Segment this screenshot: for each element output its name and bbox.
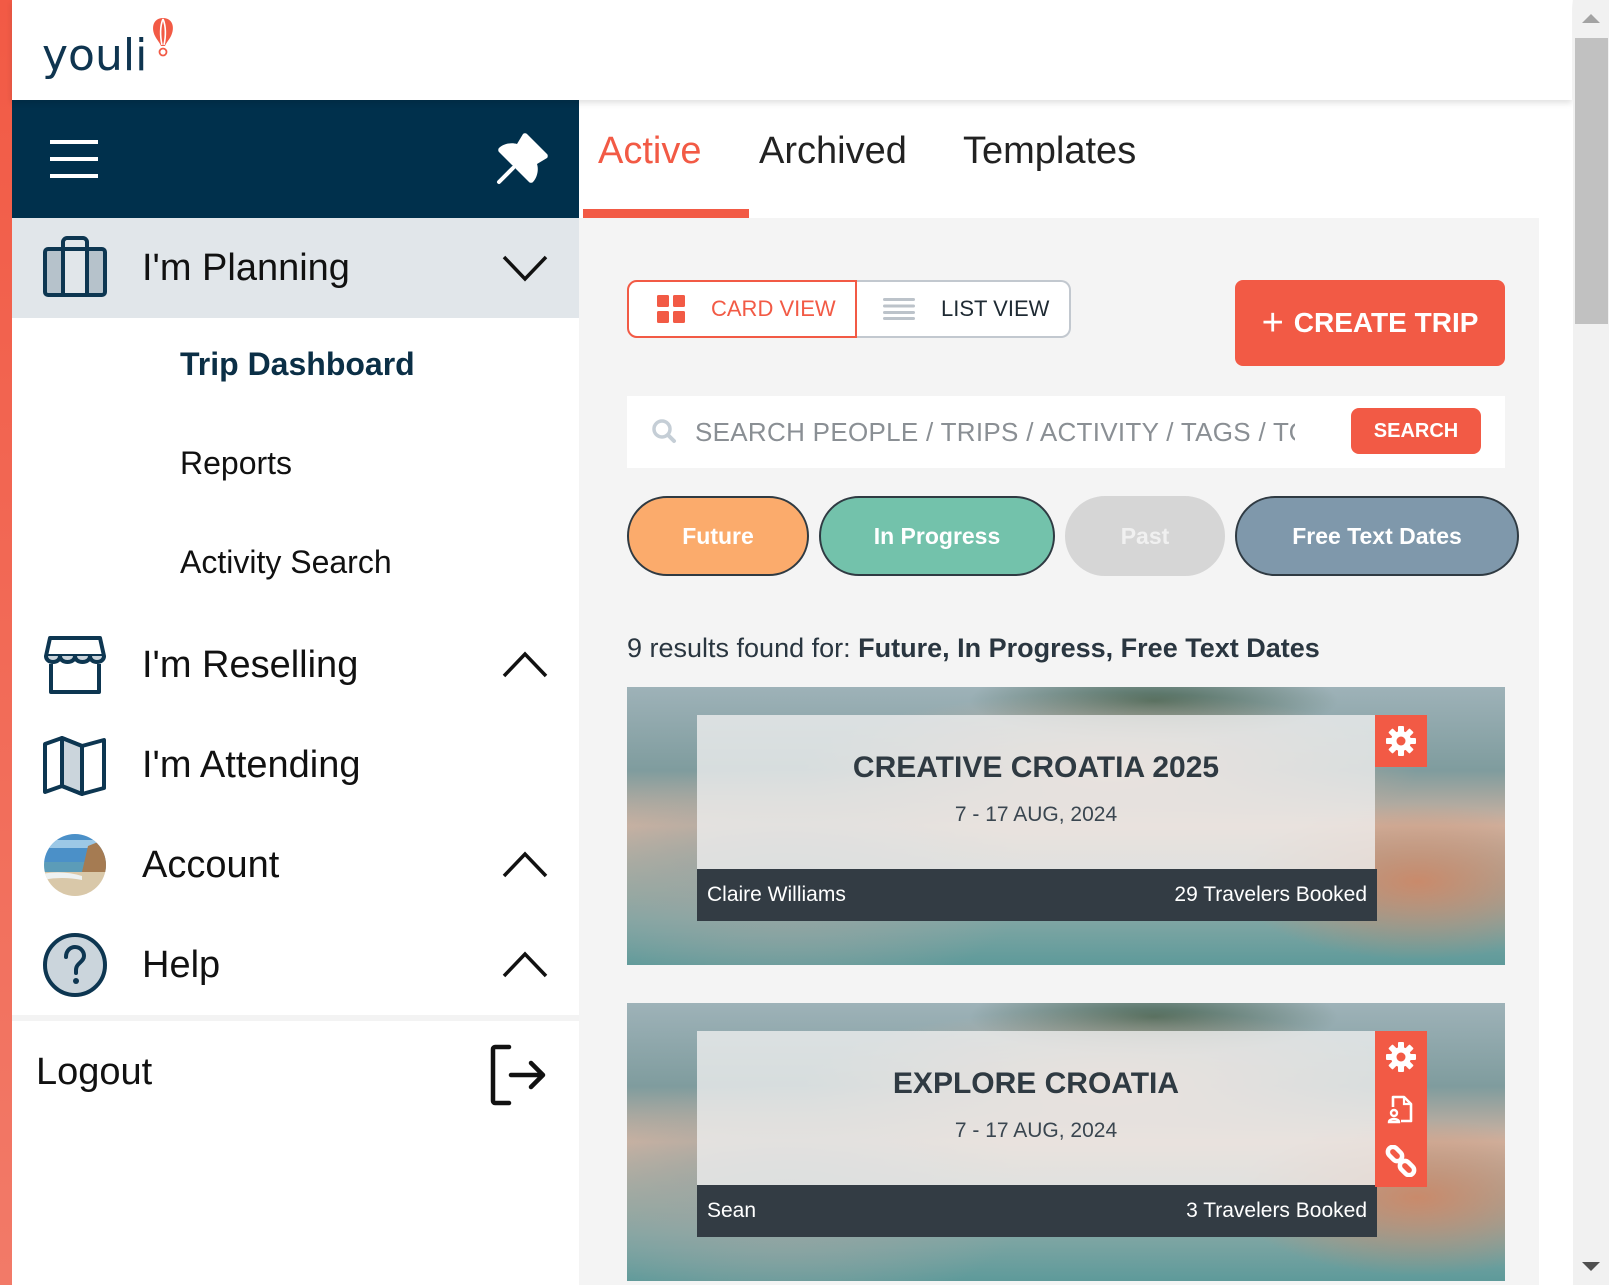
logo-text: youli bbox=[42, 30, 148, 81]
storefront-icon bbox=[44, 636, 106, 694]
trip-card-overlay: CREATIVE CROATIA 2025 7 - 17 AUG, 2024 bbox=[697, 715, 1375, 869]
tab-templates[interactable]: Templates bbox=[963, 130, 1136, 173]
sidebar-item-label: Activity Search bbox=[180, 544, 392, 580]
trip-organizer: Sean bbox=[707, 1199, 757, 1222]
search-button[interactable]: SEARCH bbox=[1351, 408, 1481, 454]
plus-icon: + bbox=[1261, 301, 1284, 344]
list-view-button[interactable]: LIST VIEW bbox=[857, 280, 1071, 338]
trip-card-footer: Claire Williams 29 Travelers Booked bbox=[697, 869, 1377, 921]
nav-group-label: Help bbox=[142, 943, 221, 986]
question-circle-icon bbox=[43, 933, 107, 997]
create-trip-button[interactable]: + CREATE TRIP bbox=[1235, 280, 1505, 366]
gear-icon[interactable] bbox=[1375, 1031, 1427, 1083]
sidebar-item-trip-dashboard[interactable]: Trip Dashboard bbox=[12, 318, 579, 417]
card-view-label: CARD VIEW bbox=[711, 296, 836, 321]
view-toggle: CARD VIEW LIST VIEW bbox=[627, 280, 1071, 338]
nav-group-reselling[interactable]: I'm Reselling bbox=[12, 615, 579, 715]
trip-tabs: Active Archived Templates bbox=[579, 100, 1539, 218]
chevron-up-icon[interactable] bbox=[501, 650, 549, 680]
sidebar-header bbox=[12, 100, 579, 218]
filter-free-text-dates[interactable]: Free Text Dates bbox=[1235, 496, 1519, 576]
hamburger-menu-icon[interactable] bbox=[50, 140, 98, 178]
nav-group-attending[interactable]: I'm Attending bbox=[12, 715, 579, 815]
nav-group-label: Account bbox=[142, 843, 280, 886]
nav-group-help[interactable]: Help bbox=[12, 915, 579, 1015]
gear-icon[interactable] bbox=[1375, 715, 1427, 767]
card-view-button[interactable]: CARD VIEW bbox=[627, 280, 857, 338]
sidebar-item-label: Trip Dashboard bbox=[180, 346, 415, 382]
results-terms: Future, In Progress, Free Text Dates bbox=[858, 633, 1320, 663]
page-scrollbar[interactable] bbox=[1573, 0, 1609, 1285]
scrollbar-thumb[interactable] bbox=[1575, 38, 1608, 324]
trip-travelers: 3 Travelers Booked bbox=[1186, 1199, 1367, 1222]
search-bar: SEARCH bbox=[627, 396, 1505, 468]
filter-past[interactable]: Past bbox=[1065, 496, 1225, 576]
grid-icon bbox=[657, 295, 685, 323]
trip-card-actions bbox=[1375, 1031, 1427, 1187]
chevron-up-icon[interactable] bbox=[501, 850, 549, 880]
nav-group-planning[interactable]: I'm Planning bbox=[12, 218, 579, 318]
sidebar-item-label: Reports bbox=[180, 445, 293, 481]
trip-dates: 7 - 17 AUG, 2024 bbox=[954, 803, 1118, 826]
document-user-icon[interactable] bbox=[1375, 1083, 1427, 1135]
trip-card[interactable]: EXPLORE CROATIA 7 - 17 AUG, 2024 Sean 3 … bbox=[627, 1003, 1505, 1281]
active-tab-indicator bbox=[583, 209, 749, 218]
results-summary: 9 results found for: Future, In Progress… bbox=[627, 633, 1320, 664]
logout-icon bbox=[490, 1044, 546, 1106]
logout-button[interactable]: Logout bbox=[12, 1021, 579, 1121]
tab-archived[interactable]: Archived bbox=[759, 130, 907, 173]
top-bar: youli bbox=[12, 0, 1572, 100]
scroll-down-arrow-icon[interactable] bbox=[1582, 1262, 1600, 1271]
list-view-label: LIST VIEW bbox=[941, 296, 1050, 321]
scroll-up-arrow-icon[interactable] bbox=[1582, 14, 1600, 23]
nav-group-label: I'm Reselling bbox=[142, 643, 359, 686]
trip-card[interactable]: CREATIVE CROATIA 2025 7 - 17 AUG, 2024 C… bbox=[627, 687, 1505, 965]
sidebar-item-activity-search[interactable]: Activity Search bbox=[12, 516, 579, 615]
tab-active[interactable]: Active bbox=[598, 130, 701, 173]
logo[interactable]: youli bbox=[42, 16, 177, 78]
trip-organizer: Claire Williams bbox=[707, 883, 846, 906]
search-input[interactable] bbox=[695, 410, 1295, 454]
suitcase-icon bbox=[43, 236, 107, 297]
trip-dates: 7 - 17 AUG, 2024 bbox=[954, 1119, 1118, 1142]
list-icon bbox=[883, 298, 915, 320]
trip-card-overlay: EXPLORE CROATIA 7 - 17 AUG, 2024 bbox=[697, 1031, 1375, 1185]
map-icon bbox=[43, 736, 106, 796]
logout-label: Logout bbox=[36, 1051, 153, 1093]
chevron-up-icon[interactable] bbox=[501, 950, 549, 980]
date-filters: Future In Progress Past Free Text Dates bbox=[627, 496, 1519, 576]
create-trip-label: CREATE TRIP bbox=[1293, 307, 1479, 338]
nav-group-account[interactable]: Account bbox=[12, 815, 579, 915]
trip-title: EXPLORE CROATIA bbox=[892, 1067, 1180, 1100]
trip-card-footer: Sean 3 Travelers Booked bbox=[697, 1185, 1377, 1237]
chevron-down-icon[interactable] bbox=[501, 253, 549, 283]
left-accent-strip bbox=[0, 0, 12, 1285]
filter-in-progress[interactable]: In Progress bbox=[819, 496, 1055, 576]
results-count: 9 results found for: bbox=[627, 633, 859, 663]
sidebar-item-reports[interactable]: Reports bbox=[12, 417, 579, 516]
balloon-icon bbox=[153, 18, 174, 57]
nav-group-label: I'm Planning bbox=[142, 246, 350, 289]
trip-travelers: 29 Travelers Booked bbox=[1174, 883, 1367, 906]
nav-group-label: I'm Attending bbox=[142, 743, 361, 786]
filter-future[interactable]: Future bbox=[627, 496, 809, 576]
pin-icon[interactable] bbox=[493, 130, 551, 188]
avatar bbox=[44, 834, 106, 896]
main-content: Active Archived Templates CARD VIEW LIST… bbox=[579, 100, 1539, 1285]
sidebar: I'm Planning Trip Dashboard Reports Acti… bbox=[12, 100, 579, 1285]
trip-title: CREATIVE CROATIA 2025 bbox=[852, 751, 1220, 784]
search-icon bbox=[652, 419, 676, 443]
link-icon[interactable] bbox=[1375, 1135, 1427, 1187]
trip-card-actions bbox=[1375, 715, 1427, 767]
